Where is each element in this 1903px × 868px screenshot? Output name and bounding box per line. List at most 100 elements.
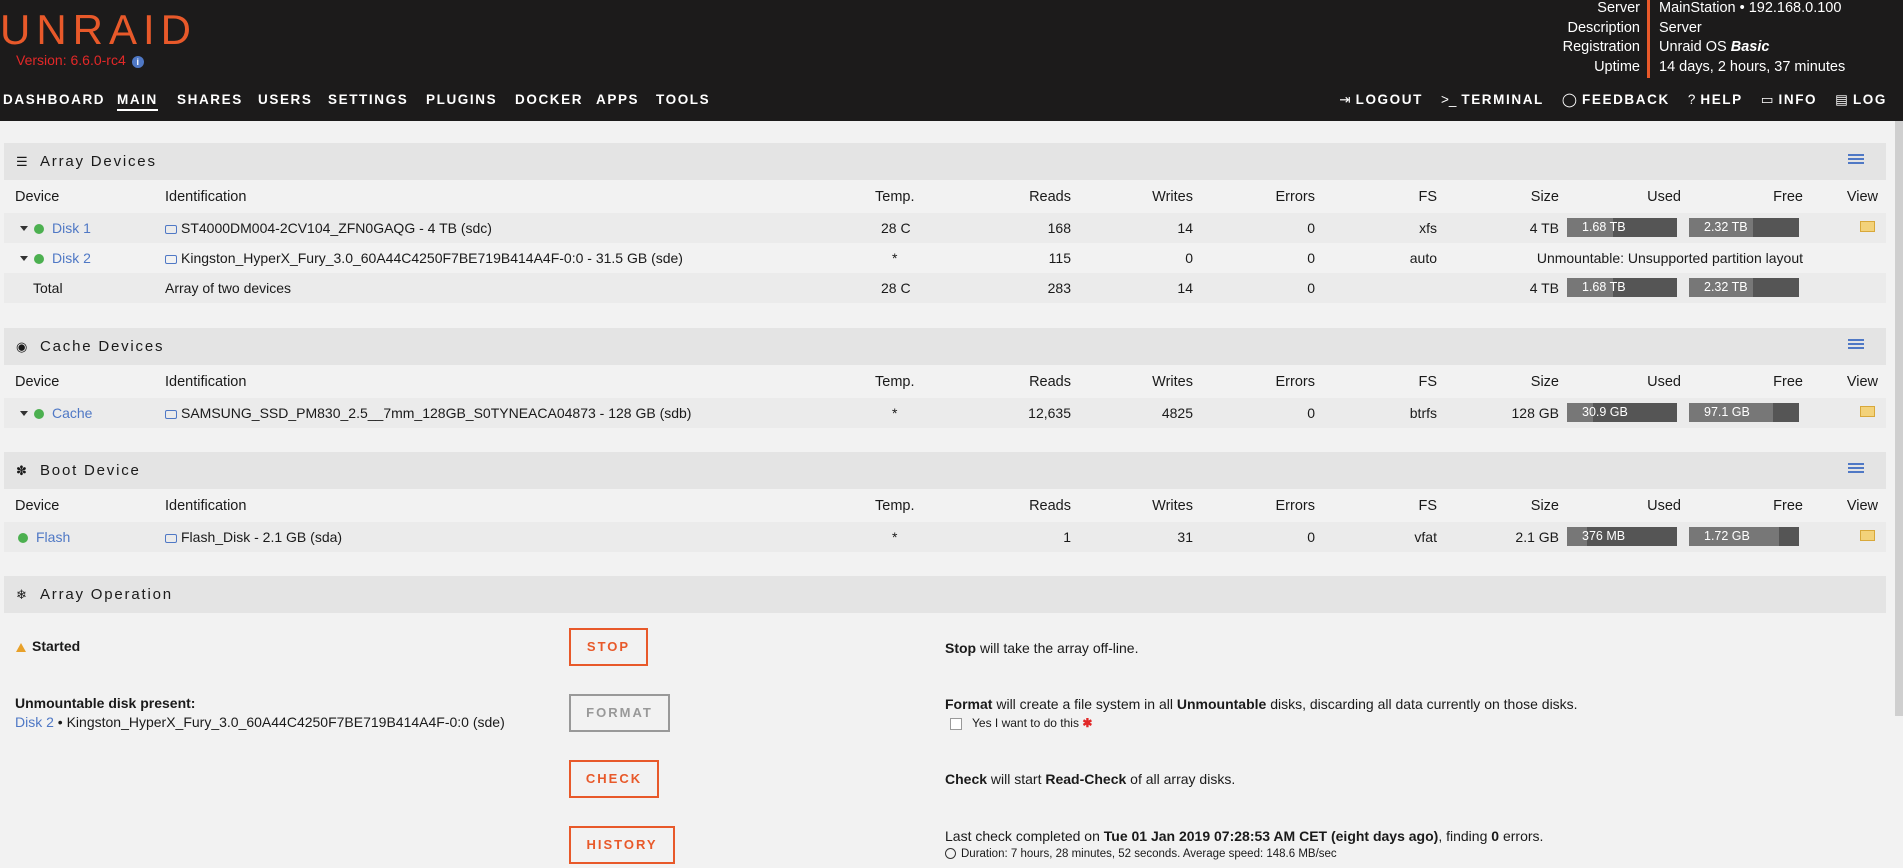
expand-caret-icon[interactable] (20, 256, 28, 262)
used-bar: 376 MB (1567, 527, 1677, 546)
flash-link[interactable]: Flash (36, 529, 70, 545)
cache-table-header: Device Identification Temp. Reads Writes… (4, 365, 1886, 398)
check-button[interactable]: CHECK (569, 760, 659, 798)
expand-caret-icon[interactable] (20, 411, 28, 417)
nav-terminal[interactable]: >_ TERMINAL (1441, 92, 1544, 108)
unmountable-disk-link[interactable]: Disk 2 (15, 714, 54, 730)
array-operation-title-text: Array Operation (40, 586, 173, 603)
col-reads: Reads (1029, 374, 1071, 390)
nav-logout[interactable]: ⇥ LOGOUT (1339, 92, 1423, 108)
free-bar-text: 97.1 GB (1704, 405, 1750, 419)
nav-shares[interactable]: SHARES (177, 92, 243, 107)
info-icon[interactable]: i (131, 56, 144, 68)
free-bar-text: 1.72 GB (1704, 529, 1750, 543)
hdd-icon (165, 533, 177, 543)
disk2-link[interactable]: Disk 2 (52, 250, 91, 266)
unmountable-disk-desc: • Kingston_HyperX_Fury_3.0_60A44C4250F7B… (57, 714, 505, 730)
free-bar: 97.1 GB (1689, 403, 1799, 422)
history-errors: 0 (1491, 828, 1500, 844)
nav-help[interactable]: ? HELP (1688, 92, 1743, 108)
col-fs: FS (1418, 498, 1437, 514)
scrollbar[interactable] (1895, 121, 1903, 716)
unraid-logo[interactable]: UNRAID (0, 6, 197, 54)
col-temp: Temp. (875, 374, 915, 390)
device-cell: Disk 1 (20, 220, 91, 236)
check-bold-readcheck: Read-Check (1045, 771, 1127, 787)
array-devices-title: ☰ Array Devices (4, 143, 1886, 180)
col-identification: Identification (165, 498, 247, 514)
device-cell: Cache (20, 405, 92, 421)
col-device: Device (15, 498, 60, 514)
list-view-icon[interactable] (1848, 152, 1864, 168)
cache-link[interactable]: Cache (52, 405, 92, 421)
nav-main[interactable]: MAIN (117, 92, 158, 111)
boot-device-title-text: Boot Device (40, 462, 141, 479)
temp-cell: 28 C (881, 280, 911, 296)
stop-text: will take the array off-line. (976, 640, 1139, 656)
nav-plugins[interactable]: PLUGINS (426, 92, 497, 107)
col-temp: Temp. (875, 189, 915, 205)
col-device: Device (15, 189, 60, 205)
col-errors: Errors (1275, 189, 1315, 205)
col-fs: FS (1418, 374, 1437, 390)
cache-devices-title: ◉ Cache Devices (4, 328, 1886, 365)
nav-settings[interactable]: SETTINGS (328, 92, 408, 107)
used-bar: 30.9 GB (1567, 403, 1677, 422)
status-online-icon (34, 254, 44, 265)
free-bar: 2.32 TB (1689, 278, 1799, 297)
size-cell: 4 TB (1529, 280, 1559, 296)
array-status-text: Started (32, 638, 81, 654)
errors-cell: 0 (1307, 220, 1315, 236)
col-device: Device (15, 374, 60, 390)
folder-view-icon[interactable] (1860, 406, 1875, 417)
required-asterisk-icon: ✱ (1082, 716, 1093, 730)
writes-cell: 0 (1185, 250, 1193, 266)
list-view-icon[interactable] (1848, 461, 1864, 477)
folder-view-icon[interactable] (1860, 221, 1875, 232)
version-text: Version: 6.6.0-rc4 (16, 52, 126, 68)
col-errors: Errors (1275, 498, 1315, 514)
duration-row: Duration: 7 hours, 28 minutes, 52 second… (945, 848, 1337, 860)
unmountable-label: Unmountable disk present: (15, 695, 196, 711)
nav-info[interactable]: ▭ INFO (1761, 92, 1817, 108)
registration-text: Unraid OS (1659, 39, 1731, 55)
list-view-icon[interactable] (1848, 337, 1864, 353)
database-icon: ☰ (16, 153, 28, 169)
help-icon: ? (1687, 92, 1696, 107)
identification-cell: Kingston_HyperX_Fury_3.0_60A44C4250F7BE7… (165, 250, 683, 266)
stop-button[interactable]: STOP (569, 628, 648, 666)
status-online-icon (34, 224, 44, 235)
nav-users[interactable]: USERS (258, 92, 313, 107)
status-online-icon (34, 409, 44, 420)
nav-tools[interactable]: TOOLS (656, 92, 710, 107)
description-key: Description (1425, 19, 1650, 39)
boot-device-title: ✽ Boot Device (4, 452, 1886, 489)
history-button[interactable]: HISTORY (569, 826, 675, 864)
disk1-link[interactable]: Disk 1 (52, 220, 91, 236)
device-cell: Flash (18, 529, 70, 545)
identification-cell: SAMSUNG_SSD_PM830_2.5__7mm_128GB_S0TYNEA… (165, 405, 691, 421)
server-value: MainStation • 192.168.0.100 (1659, 0, 1842, 16)
nav-apps[interactable]: APPS (596, 92, 639, 107)
registration-value[interactable]: Unraid OS Basic (1650, 39, 1769, 59)
col-identification: Identification (165, 189, 247, 205)
warning-icon (16, 642, 26, 652)
format-button[interactable]: FORMAT (569, 694, 670, 732)
nav-feedback[interactable]: ◯ FEEDBACK (1562, 92, 1670, 108)
free-bar: 2.32 TB (1689, 218, 1799, 237)
nav-log[interactable]: ▤ LOG (1835, 92, 1887, 108)
server-key: Server (1425, 0, 1650, 20)
col-view: View (1846, 189, 1878, 205)
col-free: Free (1773, 189, 1803, 205)
nav-logout-label: LOGOUT (1355, 92, 1423, 107)
nav-dashboard[interactable]: DASHBOARD (3, 92, 105, 107)
writes-cell: 14 (1177, 280, 1193, 296)
expand-caret-icon[interactable] (20, 226, 28, 232)
col-size: Size (1530, 374, 1559, 390)
confirm-checkbox[interactable] (950, 717, 962, 730)
errors-cell: 0 (1307, 250, 1315, 266)
folder-view-icon[interactable] (1860, 530, 1875, 541)
reads-cell: 1 (1063, 529, 1071, 545)
col-view: View (1846, 374, 1878, 390)
nav-docker[interactable]: DOCKER (515, 92, 583, 107)
